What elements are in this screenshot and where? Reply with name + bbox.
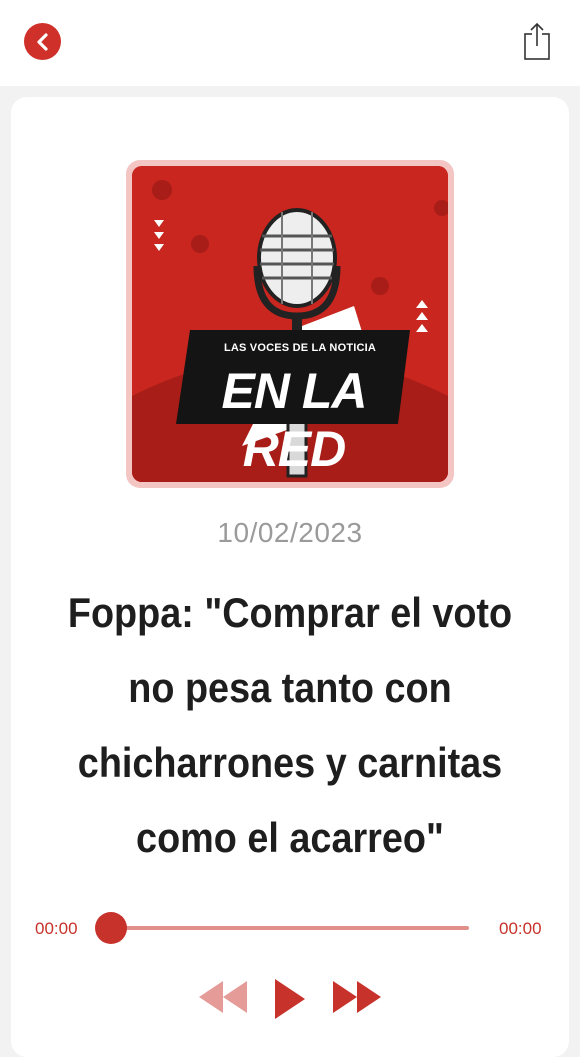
chevron-left-icon [36, 32, 48, 51]
back-button[interactable] [24, 23, 61, 60]
episode-date: 10/02/2023 [217, 517, 363, 548]
play-icon [275, 979, 305, 1019]
share-button[interactable] [520, 20, 554, 64]
share-icon [524, 22, 550, 60]
current-time: 00:00 [35, 919, 78, 938]
cover-kicker: LAS VOCES DE LA NOTICIA [223, 342, 377, 354]
progress-track[interactable] [111, 926, 469, 930]
fast-forward-button[interactable] [331, 977, 383, 1022]
podcast-cover: LAS VOCES DE LA NOTICIA EN LA RED [126, 160, 454, 488]
rewind-icon [199, 981, 247, 1013]
progress-thumb[interactable] [95, 912, 127, 944]
cover-title: EN LA RED [221, 363, 368, 477]
top-bar [0, 0, 580, 86]
episode-title: Foppa: "Comprar el voto no pesa tanto co… [67, 589, 513, 861]
episode-card: LAS VOCES DE LA NOTICIA EN LA RED 10/02/… [11, 97, 569, 1057]
duration: 00:00 [499, 919, 542, 938]
fast-forward-icon [333, 981, 381, 1013]
rewind-button[interactable] [197, 977, 249, 1022]
playback-controls [11, 977, 569, 1027]
podcast-cover-art: LAS VOCES DE LA NOTICIA EN LA RED [132, 166, 448, 482]
play-button[interactable] [273, 977, 307, 1026]
